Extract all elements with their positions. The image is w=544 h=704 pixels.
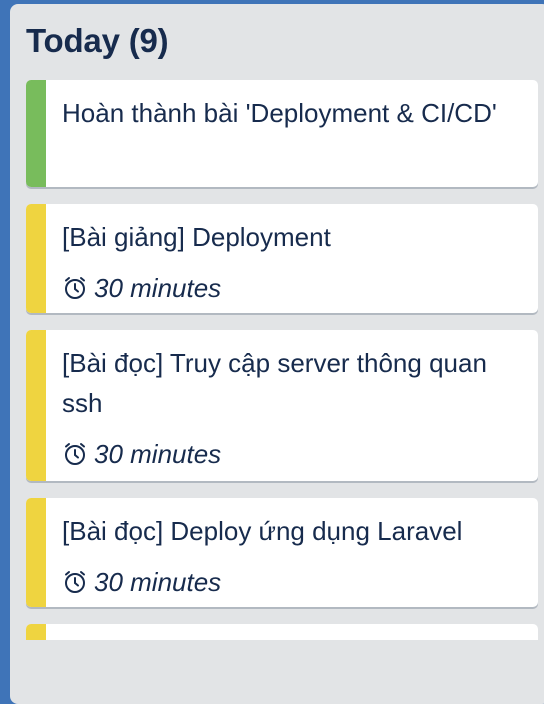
- card-label-yellow: [26, 624, 46, 640]
- card-duration: 30 minutes: [94, 273, 222, 303]
- card-item[interactable]: [Bài đọc] Truy cập server thông quan ssh…: [26, 330, 538, 481]
- card-body: Hoàn thành bài 'Deployment & CI/CD': [62, 93, 526, 133]
- card-body: [Bài đọc] Truy cập server thông quan ssh…: [62, 343, 526, 471]
- column-title[interactable]: Today (9): [26, 19, 169, 63]
- card-duration: 30 minutes: [94, 567, 222, 597]
- card-item[interactable]: [Bài đọc] Deploy ứng dụng Laravel 30 min…: [26, 498, 538, 607]
- card-item[interactable]: [26, 624, 538, 640]
- card-body: [Bài giảng] Deployment 30 minutes: [62, 217, 526, 305]
- card-item[interactable]: Hoàn thành bài 'Deployment & CI/CD': [26, 80, 538, 187]
- card-title: [Bài đọc] Deploy ứng dụng Laravel: [62, 516, 463, 546]
- card-duration-badge: 30 minutes: [62, 565, 526, 599]
- card-title: Hoàn thành bài 'Deployment & CI/CD': [62, 98, 497, 128]
- card-body: [Bài đọc] Deploy ứng dụng Laravel 30 min…: [62, 511, 526, 599]
- alarm-clock-icon: [62, 275, 88, 301]
- alarm-clock-icon: [62, 569, 88, 595]
- card-label-yellow: [26, 204, 46, 313]
- card-duration-badge: 30 minutes: [62, 437, 526, 471]
- card-title: [Bài giảng] Deployment: [62, 222, 331, 252]
- card-label-green: [26, 80, 46, 187]
- alarm-clock-icon: [62, 441, 88, 467]
- card-label-yellow: [26, 498, 46, 607]
- card-duration: 30 minutes: [94, 439, 222, 469]
- card-title: [Bài đọc] Truy cập server thông quan ssh: [62, 348, 487, 418]
- card-label-yellow: [26, 330, 46, 481]
- card-duration-badge: 30 minutes: [62, 271, 526, 305]
- card-item[interactable]: [Bài giảng] Deployment 30 minutes: [26, 204, 538, 313]
